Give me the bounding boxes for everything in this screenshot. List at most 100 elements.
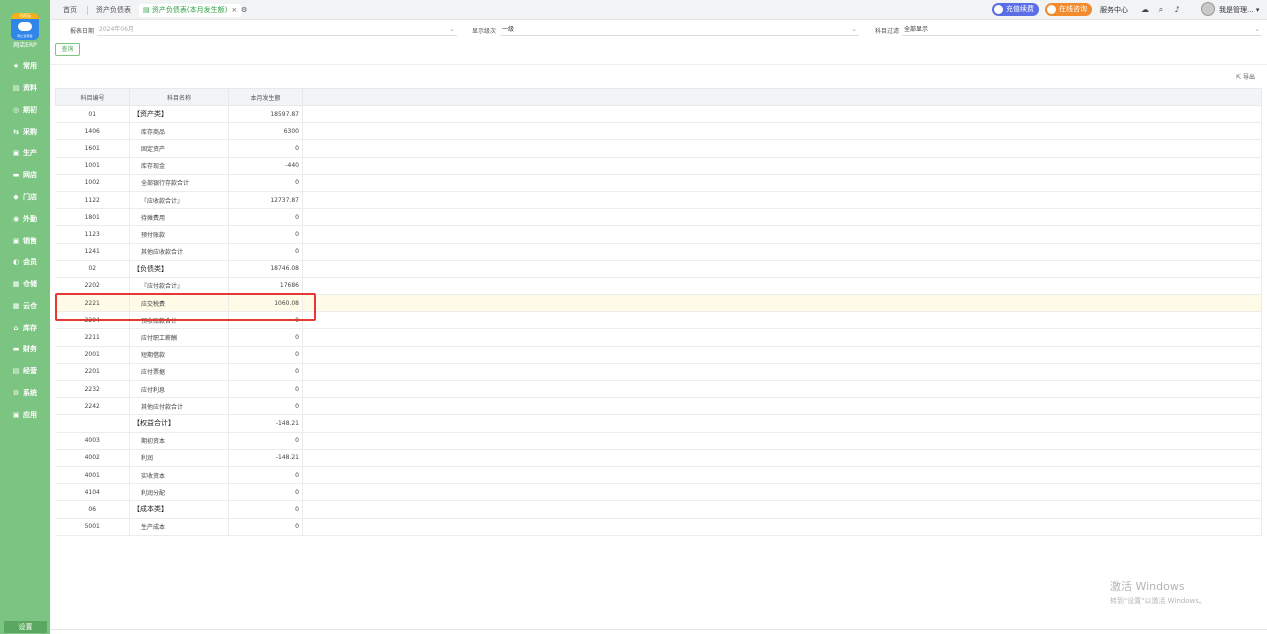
renew-button[interactable]: 充值续费 bbox=[992, 3, 1039, 16]
col-header-amount[interactable]: 本月发生额 bbox=[228, 88, 303, 106]
chevron-down-icon: ⌄ bbox=[1254, 25, 1260, 33]
app-logo[interactable]: 马蹄云 网上管家婆 bbox=[11, 13, 39, 40]
table-row[interactable]: 2201 应付票据 0 bbox=[55, 363, 1262, 382]
table-row[interactable]: 06 【成本类】 0 bbox=[55, 500, 1262, 519]
export-icon: ⇱ bbox=[1236, 74, 1243, 81]
code-cell: 2001 bbox=[55, 346, 130, 364]
filler-cell bbox=[302, 432, 1262, 450]
amount-cell: 12737.87 bbox=[228, 191, 303, 210]
filler-cell bbox=[302, 518, 1262, 536]
table-row[interactable]: 1801 待摊费用 0 bbox=[55, 208, 1262, 227]
sidebar-item-common[interactable]: ★ 常用 bbox=[12, 60, 37, 72]
cloud-icon[interactable]: ☁ bbox=[1140, 4, 1150, 16]
table-row[interactable]: 2221 应交税费 1060.08 bbox=[55, 294, 1262, 313]
level-select[interactable]: 一级 ⌄ bbox=[500, 23, 859, 36]
sidebar-item-opening[interactable]: ◎ 期初 bbox=[12, 104, 37, 116]
table-row[interactable]: 1123 预付账款 0 bbox=[55, 225, 1262, 244]
chevron-down-icon: ▾ bbox=[1255, 6, 1260, 14]
table-row[interactable]: 2202 『应付款合计』 17686 bbox=[55, 277, 1262, 296]
table-row[interactable]: 4002 利润 -148.21 bbox=[55, 449, 1262, 467]
sidebar-item-purchase[interactable]: ⇆ 采购 bbox=[12, 126, 37, 138]
sidebar-item-field[interactable]: ◉ 外勤 bbox=[12, 213, 37, 225]
gear-icon: ⚙ bbox=[12, 389, 20, 397]
code-cell: 1406 bbox=[55, 122, 130, 141]
code-cell: 2204 bbox=[55, 311, 130, 330]
amount-cell: 18746.08 bbox=[228, 260, 303, 278]
table-row[interactable]: 02 【负债类】 18746.08 bbox=[55, 260, 1262, 278]
query-button[interactable]: 查询 bbox=[55, 43, 80, 56]
tab-balance-sheet-monthly[interactable]: ▤ 资产负债表(本月发生额) × bbox=[139, 4, 242, 17]
close-icon[interactable]: × bbox=[231, 6, 237, 14]
name-cell: 『应收款合计』 bbox=[129, 191, 229, 210]
table-row[interactable]: 2211 应付职工薪酬 0 bbox=[55, 328, 1262, 347]
table-row[interactable]: 01 【资产类】 18597.87 bbox=[55, 105, 1262, 124]
amount-cell: 0 bbox=[228, 397, 303, 416]
tab-balance-sheet[interactable]: 资产负债表 bbox=[96, 4, 131, 17]
table-row[interactable]: 1406 库存商品 6300 bbox=[55, 122, 1262, 141]
table-row[interactable]: 1001 库存现金 -440 bbox=[55, 157, 1262, 175]
name-cell: 待摊费用 bbox=[129, 208, 229, 227]
table-row[interactable]: 2204 预收账款合计 0 bbox=[55, 311, 1262, 330]
table-row[interactable]: 【权益合计】 -148.21 bbox=[55, 414, 1262, 433]
bell-icon[interactable]: ♪ bbox=[1172, 4, 1182, 16]
table-row[interactable]: 1241 其他应收款合计 0 bbox=[55, 243, 1262, 261]
sidebar-item-warehouse[interactable]: ▦ 仓储 bbox=[12, 278, 37, 290]
settings-button[interactable]: 设置 bbox=[4, 621, 47, 633]
chevron-down-icon: ⌄ bbox=[851, 25, 857, 33]
sidebar-item-label: 采购 bbox=[23, 128, 37, 136]
table-row[interactable]: 2001 短期借款 0 bbox=[55, 346, 1262, 364]
name-cell: 【权益合计】 bbox=[129, 414, 229, 433]
user-menu[interactable]: 我是管理... ▾ bbox=[1219, 4, 1259, 16]
sidebar-item-system[interactable]: ⚙ 系统 bbox=[12, 387, 37, 399]
name-cell: 生产成本 bbox=[129, 518, 229, 536]
service-center-link[interactable]: 服务中心 bbox=[1100, 4, 1128, 16]
name-cell: 全部银行存款合计 bbox=[129, 174, 229, 192]
code-cell: 1122 bbox=[55, 191, 130, 210]
avatar[interactable] bbox=[1201, 2, 1215, 16]
export-button[interactable]: ⇱ 导出 bbox=[1236, 72, 1255, 81]
sidebar-item-inventory[interactable]: ⌂ 库存 bbox=[12, 322, 37, 334]
tab-label: 资产负债表(本月发生额) bbox=[151, 6, 228, 14]
name-cell: 应付票据 bbox=[129, 363, 229, 382]
table-row[interactable]: 1002 全部银行存款合计 0 bbox=[55, 174, 1262, 192]
online-consult-button[interactable]: 在线咨询 bbox=[1045, 3, 1092, 16]
sidebar-item-cloud-warehouse[interactable]: ▦ 云仓 bbox=[12, 300, 37, 312]
sidebar-item-store[interactable]: ◆ 门店 bbox=[12, 191, 37, 203]
code-cell: 2202 bbox=[55, 277, 130, 296]
sidebar-item-member[interactable]: ◐ 会员 bbox=[12, 256, 37, 268]
table-row[interactable]: 1601 固定资产 0 bbox=[55, 139, 1262, 158]
col-header-code[interactable]: 科目编号 bbox=[55, 88, 130, 106]
code-cell: 2242 bbox=[55, 397, 130, 416]
tab-home[interactable]: 首页 bbox=[63, 4, 77, 17]
subject-filter-select[interactable]: 全部显示 ⌄ bbox=[902, 23, 1262, 36]
filler-cell bbox=[302, 328, 1262, 347]
table-row[interactable]: 2242 其他应付款合计 0 bbox=[55, 397, 1262, 416]
sidebar-item-data[interactable]: ▤ 资料 bbox=[12, 82, 37, 94]
divider bbox=[50, 64, 1267, 65]
table-row[interactable]: 1122 『应收款合计』 12737.87 bbox=[55, 191, 1262, 210]
tab-settings-gear-icon[interactable]: ⚙ bbox=[241, 4, 247, 17]
production-icon: ▣ bbox=[12, 149, 20, 157]
table-row[interactable]: 4003 期初资本 0 bbox=[55, 432, 1262, 450]
period-select[interactable]: 2024年06月 ⌄ bbox=[97, 23, 457, 36]
sidebar-item-operation[interactable]: ▤ 经营 bbox=[12, 365, 37, 377]
sidebar-item-apps[interactable]: ▣ 应用 bbox=[12, 409, 37, 421]
store-icon: ◆ bbox=[13, 193, 19, 201]
table-row[interactable]: 4104 利润分配 0 bbox=[55, 483, 1262, 502]
subject-filter-value: 全部显示 bbox=[904, 26, 929, 33]
sidebar-item-production[interactable]: ▣ 生产 bbox=[12, 147, 37, 159]
amount-cell: 0 bbox=[228, 380, 303, 399]
renew-icon bbox=[994, 5, 1003, 14]
sidebar-item-label: 财务 bbox=[23, 345, 37, 353]
table-row[interactable]: 4001 实收资本 0 bbox=[55, 466, 1262, 485]
sidebar-item-online-store[interactable]: ▬ 网店 bbox=[12, 169, 37, 181]
table-row[interactable]: 2232 应付利息 0 bbox=[55, 380, 1262, 399]
col-header-name[interactable]: 科目名称 bbox=[129, 88, 229, 106]
name-cell: 短期借款 bbox=[129, 346, 229, 364]
table-row[interactable]: 5001 生产成本 0 bbox=[55, 518, 1262, 536]
amount-cell: 0 bbox=[228, 243, 303, 261]
sidebar-item-sales[interactable]: ▣ 销售 bbox=[12, 235, 37, 247]
amount-cell: 0 bbox=[228, 174, 303, 192]
sidebar-item-finance[interactable]: ▬ 财务 bbox=[12, 343, 37, 355]
search-icon[interactable]: ⌕ bbox=[1156, 4, 1166, 16]
